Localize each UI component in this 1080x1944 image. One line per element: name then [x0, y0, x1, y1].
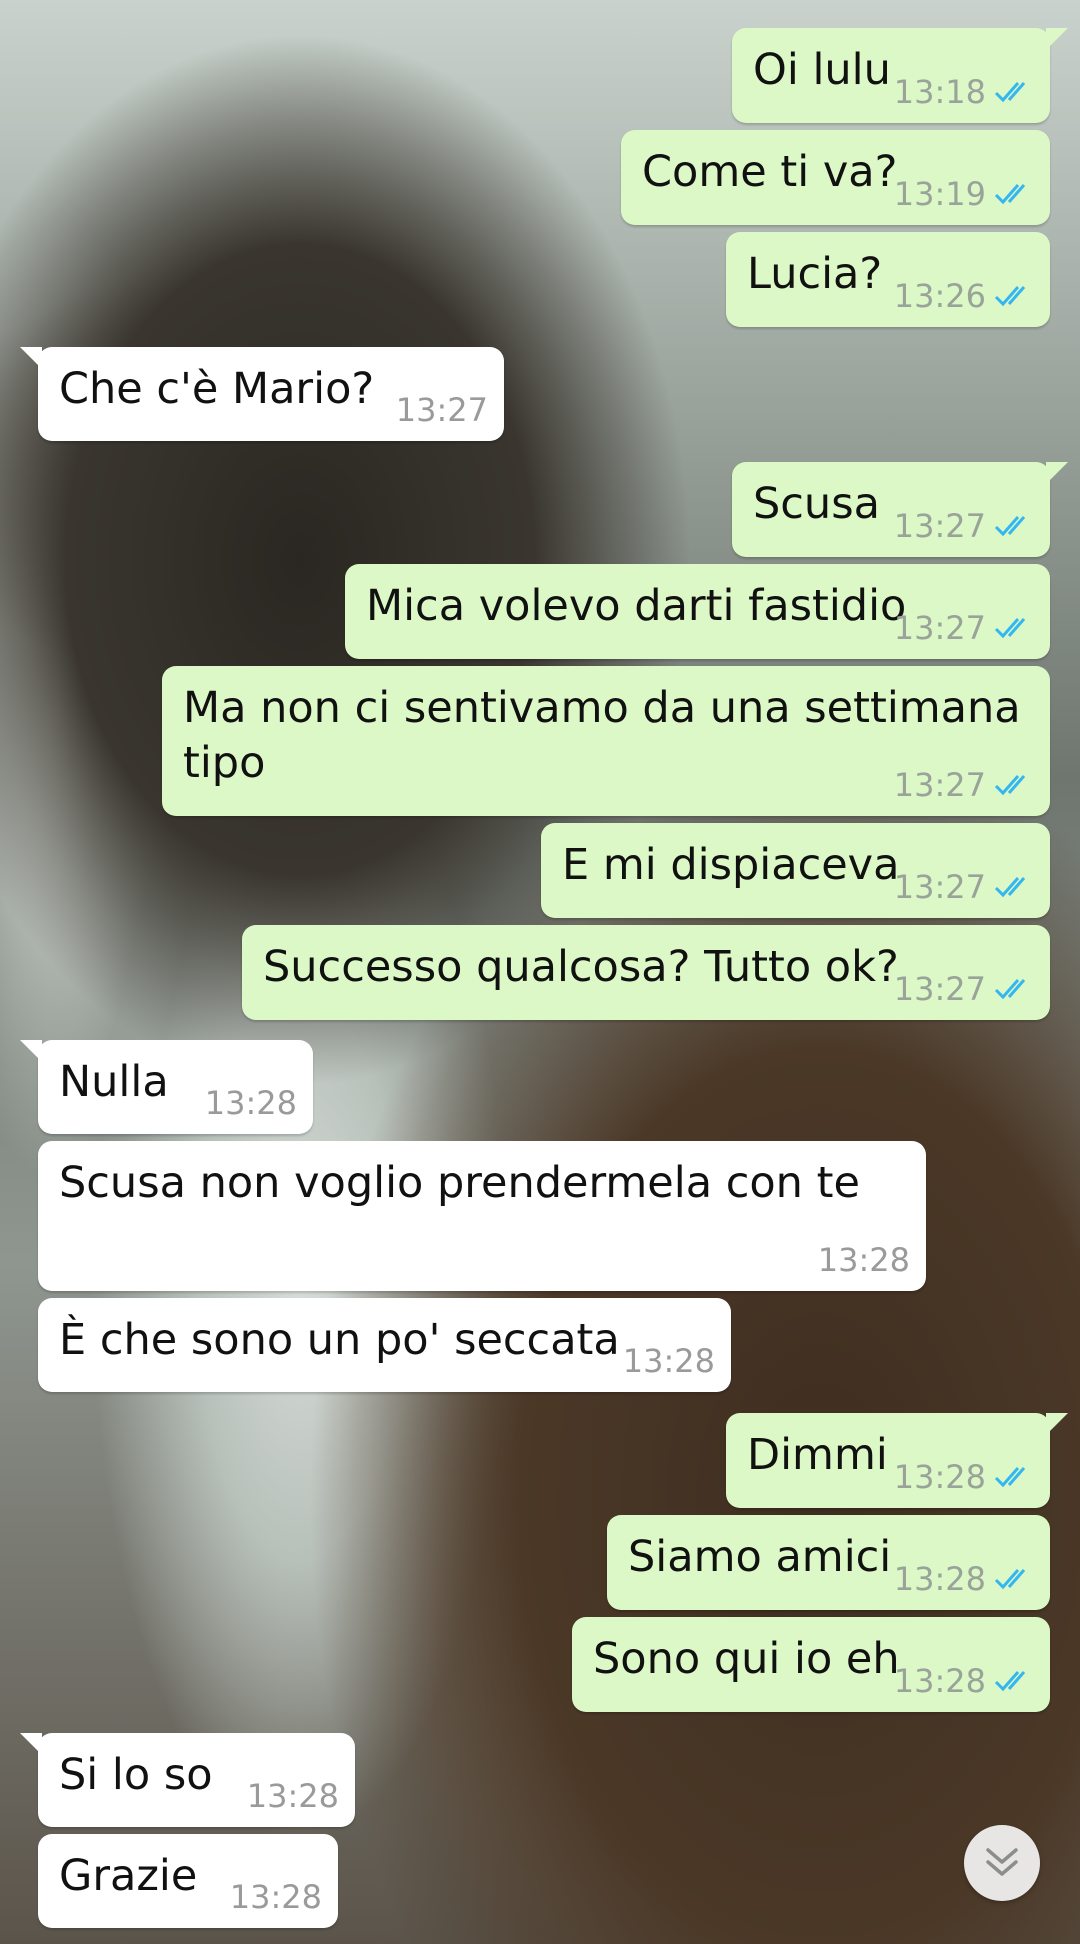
message-text: Mica volevo darti fastidio: [366, 581, 907, 631]
message-text: Sono qui io eh: [593, 1634, 900, 1684]
message-time: 13:28: [893, 1560, 986, 1598]
message-time: 13:28: [622, 1342, 715, 1380]
double-check-icon: [994, 82, 1026, 103]
message-meta: 13:28: [894, 1664, 1034, 1698]
message-bubble-outgoing[interactable]: Mica volevo darti fastidio 13:27: [345, 564, 1050, 659]
message-text: Scusa: [753, 479, 880, 529]
message-bubble-incoming[interactable]: Che c'è Mario? 13:27: [20, 347, 504, 441]
message-text: Scusa non voglio prendermela con te: [59, 1158, 860, 1208]
message-text: Successo qualcosa? Tutto ok?: [263, 942, 899, 992]
message-bubble-incoming[interactable]: Nulla 13:28: [20, 1040, 313, 1134]
message-bubble-incoming[interactable]: È che sono un po' seccata 13:28: [38, 1298, 731, 1392]
message-meta: 13:28: [230, 1880, 322, 1914]
message-bubble-incoming[interactable]: Si lo so 13:28: [20, 1733, 355, 1827]
message-text: Che c'è Mario?: [59, 364, 375, 414]
message-bubble-outgoing[interactable]: Ma non ci sentivamo da una settimana tip…: [162, 666, 1050, 816]
message-meta: 13:28: [894, 1562, 1034, 1596]
double-check-icon: [994, 979, 1026, 1000]
message-time: 13:27: [395, 391, 488, 429]
message-bubble-outgoing[interactable]: Sono qui io eh 13:28: [572, 1617, 1050, 1712]
message-time: 13:27: [893, 868, 986, 906]
message-meta: 13:28: [205, 1086, 297, 1120]
message-meta: 13:28: [818, 1243, 910, 1277]
message-meta: 13:27: [894, 509, 1034, 543]
message-text: Nulla: [59, 1057, 169, 1107]
message-text: È che sono un po' seccata: [59, 1315, 620, 1365]
message-meta: 13:27: [894, 870, 1034, 904]
message-time: 13:27: [893, 507, 986, 545]
message-time: 13:28: [204, 1084, 297, 1122]
message-meta: 13:28: [247, 1779, 339, 1813]
message-time: 13:28: [893, 1458, 986, 1496]
message-time: 13:27: [893, 970, 986, 1008]
message-meta: 13:27: [894, 611, 1034, 645]
message-bubble-outgoing[interactable]: Come ti va? 13:19: [621, 130, 1050, 225]
message-meta: 13:18: [894, 75, 1034, 109]
double-check-icon: [994, 1671, 1026, 1692]
message-time: 13:27: [893, 766, 986, 804]
message-time: 13:28: [246, 1777, 339, 1815]
message-meta: 13:28: [894, 1460, 1034, 1494]
double-check-icon: [994, 618, 1026, 639]
message-text: Dimmi: [747, 1430, 888, 1480]
message-bubble-incoming[interactable]: Grazie 13:28: [38, 1834, 338, 1928]
double-check-icon: [994, 1467, 1026, 1488]
message-text: Lucia?: [747, 249, 883, 299]
message-bubble-outgoing[interactable]: Scusa 13:27: [732, 462, 1068, 557]
message-time: 13:19: [893, 175, 986, 213]
message-bubble-outgoing[interactable]: E mi dispiaceva 13:27: [541, 823, 1050, 918]
message-time: 13:18: [893, 73, 986, 111]
message-meta: 13:26: [894, 279, 1034, 313]
message-meta: 13:27: [894, 972, 1034, 1006]
message-bubble-outgoing[interactable]: Successo qualcosa? Tutto ok? 13:27: [242, 925, 1050, 1020]
message-text: Grazie: [59, 1851, 198, 1901]
message-time: 13:28: [229, 1878, 322, 1916]
message-time: 13:28: [817, 1241, 910, 1279]
message-time: 13:28: [893, 1662, 986, 1700]
message-bubble-outgoing[interactable]: Lucia? 13:26: [726, 232, 1050, 327]
message-bubble-incoming[interactable]: Scusa non voglio prendermela con te 13:2…: [38, 1141, 926, 1291]
message-text: E mi dispiaceva: [562, 840, 900, 890]
message-time: 13:26: [893, 277, 986, 315]
message-meta: 13:27: [894, 768, 1034, 802]
scroll-down-button[interactable]: [964, 1825, 1040, 1901]
message-bubble-outgoing[interactable]: Dimmi 13:28: [726, 1413, 1068, 1508]
message-bubble-outgoing[interactable]: Siamo amici 13:28: [607, 1515, 1050, 1610]
message-meta: 13:28: [623, 1344, 715, 1378]
double-check-icon: [994, 516, 1026, 537]
double-check-icon: [994, 184, 1026, 205]
message-text: Come ti va?: [642, 147, 898, 197]
message-meta: 13:27: [396, 393, 488, 427]
double-check-icon: [994, 1569, 1026, 1590]
message-meta: 13:19: [894, 177, 1034, 211]
message-time: 13:27: [893, 609, 986, 647]
double-check-icon: [994, 286, 1026, 307]
message-text: Si lo so: [59, 1750, 213, 1800]
double-check-icon: [994, 775, 1026, 796]
message-text: Siamo amici: [628, 1532, 892, 1582]
message-bubble-outgoing[interactable]: Oi lulu 13:18: [732, 28, 1068, 123]
double-chevron-down-icon: [986, 1848, 1018, 1876]
message-text: Oi lulu: [753, 45, 891, 95]
double-check-icon: [994, 877, 1026, 898]
